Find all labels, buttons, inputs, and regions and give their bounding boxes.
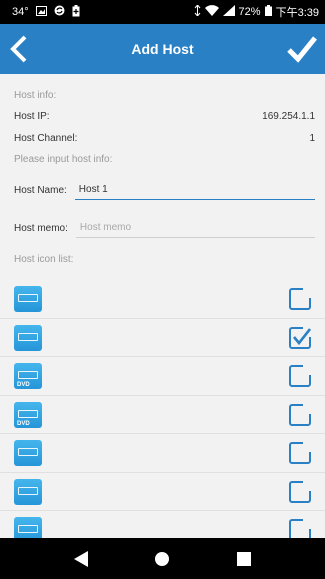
host-ip-row: Host IP: 169.254.1.1 [14,111,315,122]
chevron-left-icon [10,35,27,63]
triangle-back-icon [73,550,88,567]
dvd-recorder-icon: DVD [14,401,42,428]
host-channel-row: Host Channel: 1 [14,133,315,144]
host-memo-label: Host memo: [14,222,68,234]
nav-recents-button[interactable] [234,549,254,569]
wifi-icon [204,5,219,19]
checkbox-checked[interactable] [289,326,312,349]
icon-list-row[interactable]: DVD [0,357,325,396]
host-info-label: Host info: [14,90,57,101]
battery-saver-icon [72,4,80,20]
host-channel-label: Host Channel: [14,133,78,144]
host-channel-value: 1 [309,133,315,144]
host-name-input[interactable]: Host 1 [74,180,315,200]
host-memo-placeholder: Host memo [79,222,132,233]
checkbox[interactable] [289,442,311,464]
gallery-icon [35,5,47,19]
icon-list-row[interactable] [0,434,325,473]
icon-tag: DVD [17,420,30,427]
temperature-text: 34° [12,6,29,18]
host-memo-input[interactable]: Host memo [75,218,315,238]
icon-list-row[interactable] [0,473,325,511]
device-shape [18,525,38,533]
battery-percent-text: 72% [238,6,261,18]
dvd-player-icon: DVD [14,363,42,389]
device-shape [18,448,38,456]
receiver-icon [14,286,42,312]
checkbox[interactable] [289,365,311,387]
host-ip-label: Host IP: [14,111,50,122]
device-shape [18,294,38,302]
empty-box-icon [289,365,311,387]
confirm-button[interactable] [287,34,317,64]
host-memo-row: Host memo: Host memo [14,218,315,238]
sync-icon [54,5,65,19]
checked-box-icon [289,326,312,349]
empty-box-icon [289,442,311,464]
signal-icon [222,5,235,19]
navigation-bar [0,538,325,579]
empty-box-icon [289,288,311,310]
app-bar: Add Host [0,24,325,74]
device-shape [18,371,38,379]
device-shape [18,409,38,418]
media-box-icon [14,440,42,466]
icon-list-row[interactable] [0,319,325,357]
recents-square-icon [237,551,252,566]
icon-list: DVD DVD [0,280,325,550]
form-content: Host info: Host IP: 169.254.1.1 Host Cha… [0,74,325,550]
device-shape [18,332,38,341]
page-title: Add Host [131,41,194,57]
nav-back-button[interactable] [71,549,91,569]
nav-home-button[interactable] [152,549,172,569]
checkbox[interactable] [289,480,311,503]
battery-icon [264,5,272,19]
back-button[interactable] [6,34,36,64]
host-name-value: Host 1 [78,184,108,195]
host-ip-value: 169.254.1.1 [262,111,315,122]
home-circle-icon [155,551,170,566]
satellite-receiver-icon [14,324,42,351]
status-bar: 34° 72% 下午3:39 [0,0,325,24]
checkmark-icon [287,36,317,63]
device-shape [18,486,38,495]
icon-list-heading: Host icon list: [14,254,315,265]
input-heading-label: Please input host info: [14,154,113,165]
empty-box-icon [289,403,311,426]
clock-text: 下午3:39 [275,7,319,19]
empty-box-icon [289,480,311,503]
host-info-heading: Host info: [14,90,315,101]
host-name-row: Host Name: Host 1 [14,180,315,200]
host-name-label: Host Name: [14,184,67,196]
icon-tag: DVD [17,382,30,388]
icon-list-label: Host icon list: [14,254,74,265]
vibrate-icon [194,4,201,19]
input-heading: Please input host info: [14,154,315,165]
icon-list-row[interactable] [0,280,325,319]
checkbox[interactable] [289,288,311,310]
icon-list-row[interactable]: DVD [0,396,325,434]
checkbox[interactable] [289,403,311,426]
set-top-box-icon [14,478,42,505]
